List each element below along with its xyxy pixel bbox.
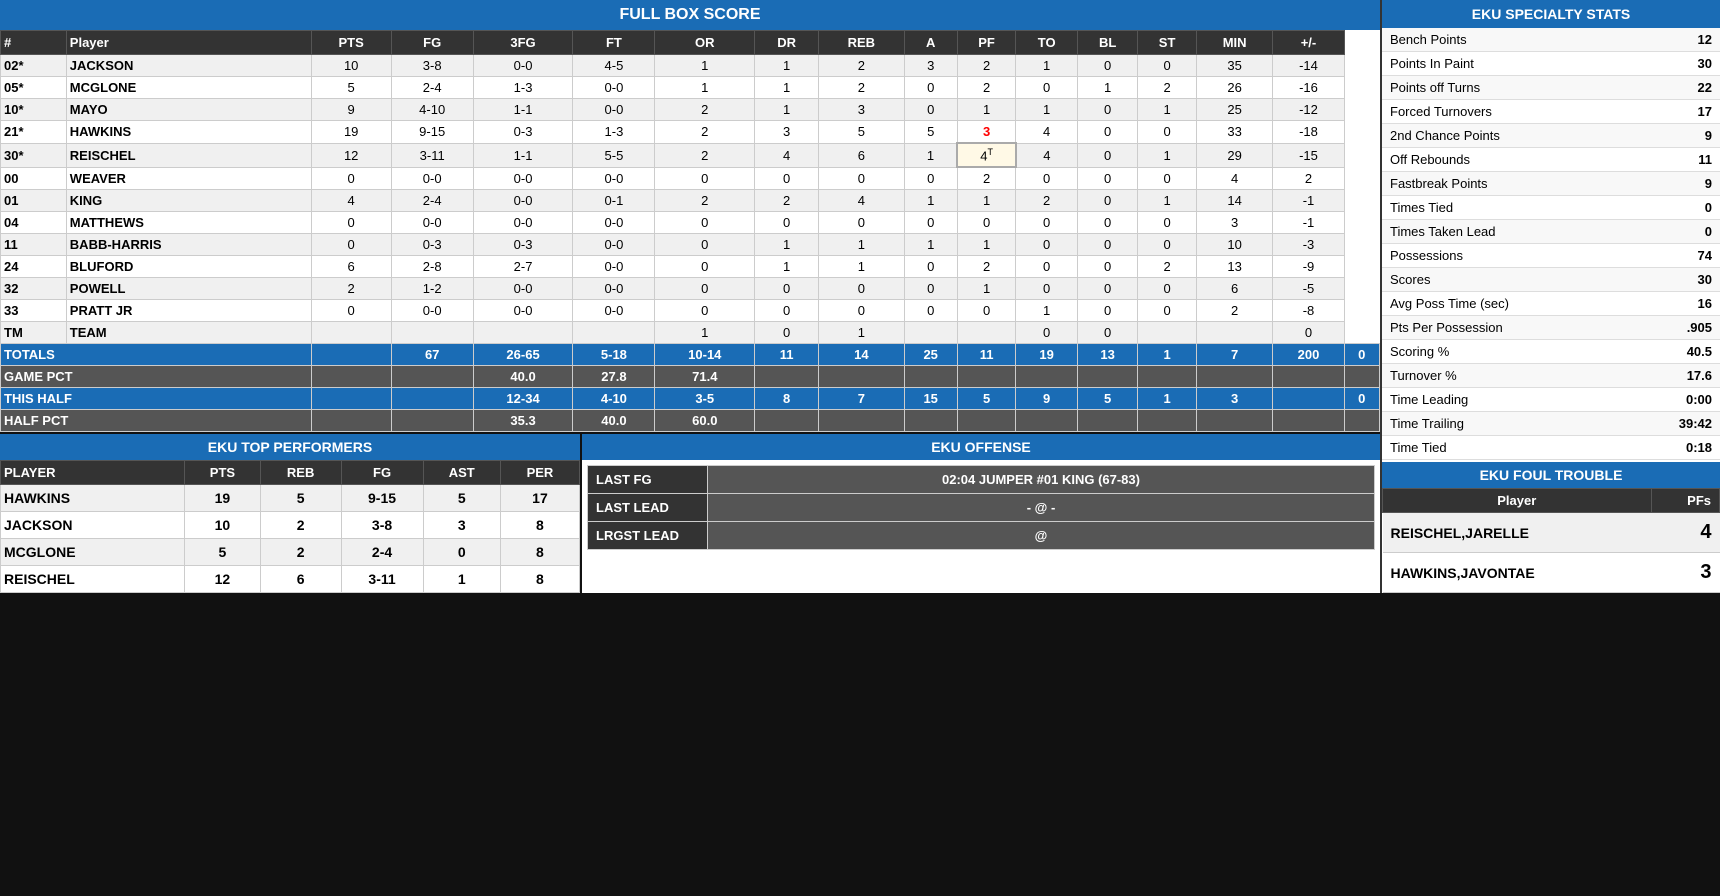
list-item: Forced Turnovers17 (1382, 100, 1720, 124)
col-a: A (904, 31, 957, 55)
list-item: REISCHEL1263-1118 (1, 566, 580, 593)
list-item: Avg Poss Time (sec)16 (1382, 292, 1720, 316)
col-min: MIN (1196, 31, 1272, 55)
col-fg: FG (391, 31, 473, 55)
table-row: 32POWELL21-20-00-0000010006-5 (1, 278, 1380, 300)
foul-col-player: Player (1383, 489, 1652, 513)
perf-col-ast: AST (423, 461, 500, 485)
table-row: 24BLUFORD62-82-70-00110200213-9 (1, 256, 1380, 278)
offense-table: LAST FG02:04 JUMPER #01 KING (67-83)LAST… (587, 465, 1375, 550)
col-pts: PTS (311, 31, 391, 55)
main-container: FULL BOX SCORE # Player PTS FG 3FG FT OR… (0, 0, 1720, 593)
col-reb: REB (819, 31, 904, 55)
table-row: 01KING42-40-00-12241120114-1 (1, 190, 1380, 212)
offense-title: EKU OFFENSE (582, 434, 1380, 460)
table-row: 21*HAWKINS199-150-31-32355340033-18 (1, 121, 1380, 144)
col-player: Player (66, 31, 311, 55)
table-row: 04MATTHEWS00-00-00-0000000003-1 (1, 212, 1380, 234)
table-row: TMTEAM101000 (1, 322, 1380, 344)
foul-section: EKU FOUL TROUBLE Player PFs REISCHEL,JAR… (1382, 462, 1720, 593)
offense-inner: LAST FG02:04 JUMPER #01 KING (67-83)LAST… (582, 460, 1380, 555)
list-item: Turnover %17.6 (1382, 364, 1720, 388)
list-item: Bench Points12 (1382, 28, 1720, 52)
totals-row: TOTALS6726-655-1810-14111425111913172000 (1, 344, 1380, 366)
half-pct-row: HALF PCT35.340.060.0 (1, 410, 1380, 432)
perf-col-fg: FG (341, 461, 423, 485)
table-row: 00WEAVER00-00-00-00000200042 (1, 167, 1380, 190)
col-num: # (1, 31, 67, 55)
top-performers-title: EKU TOP PERFORMERS (0, 434, 580, 460)
list-item: LAST FG02:04 JUMPER #01 KING (67-83) (588, 466, 1375, 494)
top-performers-table: PLAYER PTS REB FG AST PER HAWKINS1959-15… (0, 460, 580, 593)
foul-table: Player PFs REISCHEL,JARELLE4HAWKINS,JAVO… (1382, 488, 1720, 593)
perf-col-pts: PTS (185, 461, 261, 485)
list-item: LAST LEAD- @ - (588, 494, 1375, 522)
table-row: 02*JACKSON103-80-04-51123210035-14 (1, 55, 1380, 77)
list-item: HAWKINS1959-15517 (1, 485, 580, 512)
game-pct-row: GAME PCT40.027.871.4 (1, 366, 1380, 388)
box-score-title: FULL BOX SCORE (0, 0, 1380, 30)
list-item: 2nd Chance Points9 (1382, 124, 1720, 148)
list-item: Possessions74 (1382, 244, 1720, 268)
col-to: TO (1016, 31, 1078, 55)
specialty-title: EKU SPECIALTY STATS (1382, 0, 1720, 28)
bottom-section: EKU TOP PERFORMERS PLAYER PTS REB FG AST… (0, 434, 1380, 593)
perf-col-per: PER (500, 461, 579, 485)
col-ft: FT (573, 31, 655, 55)
list-item: Time Tied0:18 (1382, 436, 1720, 460)
foul-col-pfs: PFs (1651, 489, 1719, 513)
list-item: Times Taken Lead0 (1382, 220, 1720, 244)
list-item: Scoring %40.5 (1382, 340, 1720, 364)
table-row: 11BABB-HARRIS00-30-30-00111100010-3 (1, 234, 1380, 256)
left-section: FULL BOX SCORE # Player PTS FG 3FG FT OR… (0, 0, 1380, 593)
col-bl: BL (1077, 31, 1137, 55)
list-item: Points off Turns22 (1382, 76, 1720, 100)
table-row: 30*REISCHEL123-111-15-524614T40129-15 (1, 143, 1380, 167)
list-item: Time Leading0:00 (1382, 388, 1720, 412)
offense-section: EKU OFFENSE LAST FG02:04 JUMPER #01 KING… (582, 434, 1380, 593)
list-item: HAWKINS,JAVONTAE3 (1383, 553, 1720, 593)
box-score-header-row: # Player PTS FG 3FG FT OR DR REB A PF TO… (1, 31, 1380, 55)
perf-header-row: PLAYER PTS REB FG AST PER (1, 461, 580, 485)
list-item: Off Rebounds11 (1382, 148, 1720, 172)
list-item: Points In Paint30 (1382, 52, 1720, 76)
col-dr: DR (755, 31, 819, 55)
list-item: MCGLONE522-408 (1, 539, 580, 566)
col-3fg: 3FG (473, 31, 573, 55)
col-st: ST (1138, 31, 1197, 55)
foul-header-row: Player PFs (1383, 489, 1720, 513)
table-row: 33PRATT JR00-00-00-0000001002-8 (1, 300, 1380, 322)
top-performers-section: EKU TOP PERFORMERS PLAYER PTS REB FG AST… (0, 434, 580, 593)
table-row: 05*MCGLONE52-41-30-01120201226-16 (1, 77, 1380, 99)
list-item: JACKSON1023-838 (1, 512, 580, 539)
list-item: Scores30 (1382, 268, 1720, 292)
list-item: Times Tied0 (1382, 196, 1720, 220)
list-item: REISCHEL,JARELLE4 (1383, 513, 1720, 553)
right-section: EKU SPECIALTY STATS Bench Points12Points… (1380, 0, 1720, 593)
col-pm: +/- (1273, 31, 1344, 55)
col-or: OR (655, 31, 755, 55)
list-item: LRGST LEAD@ (588, 522, 1375, 550)
box-score-table: # Player PTS FG 3FG FT OR DR REB A PF TO… (0, 30, 1380, 432)
specialty-table: Bench Points12Points In Paint30Points of… (1382, 28, 1720, 460)
foul-title: EKU FOUL TROUBLE (1382, 462, 1720, 488)
this-half-row: THIS HALF12-344-103-58715595130 (1, 388, 1380, 410)
list-item: Time Trailing39:42 (1382, 412, 1720, 436)
list-item: Fastbreak Points9 (1382, 172, 1720, 196)
perf-col-reb: REB (260, 461, 341, 485)
col-pf: PF (957, 31, 1016, 55)
perf-col-player: PLAYER (1, 461, 185, 485)
list-item: Pts Per Possession.905 (1382, 316, 1720, 340)
table-row: 10*MAYO94-101-10-02130110125-12 (1, 99, 1380, 121)
